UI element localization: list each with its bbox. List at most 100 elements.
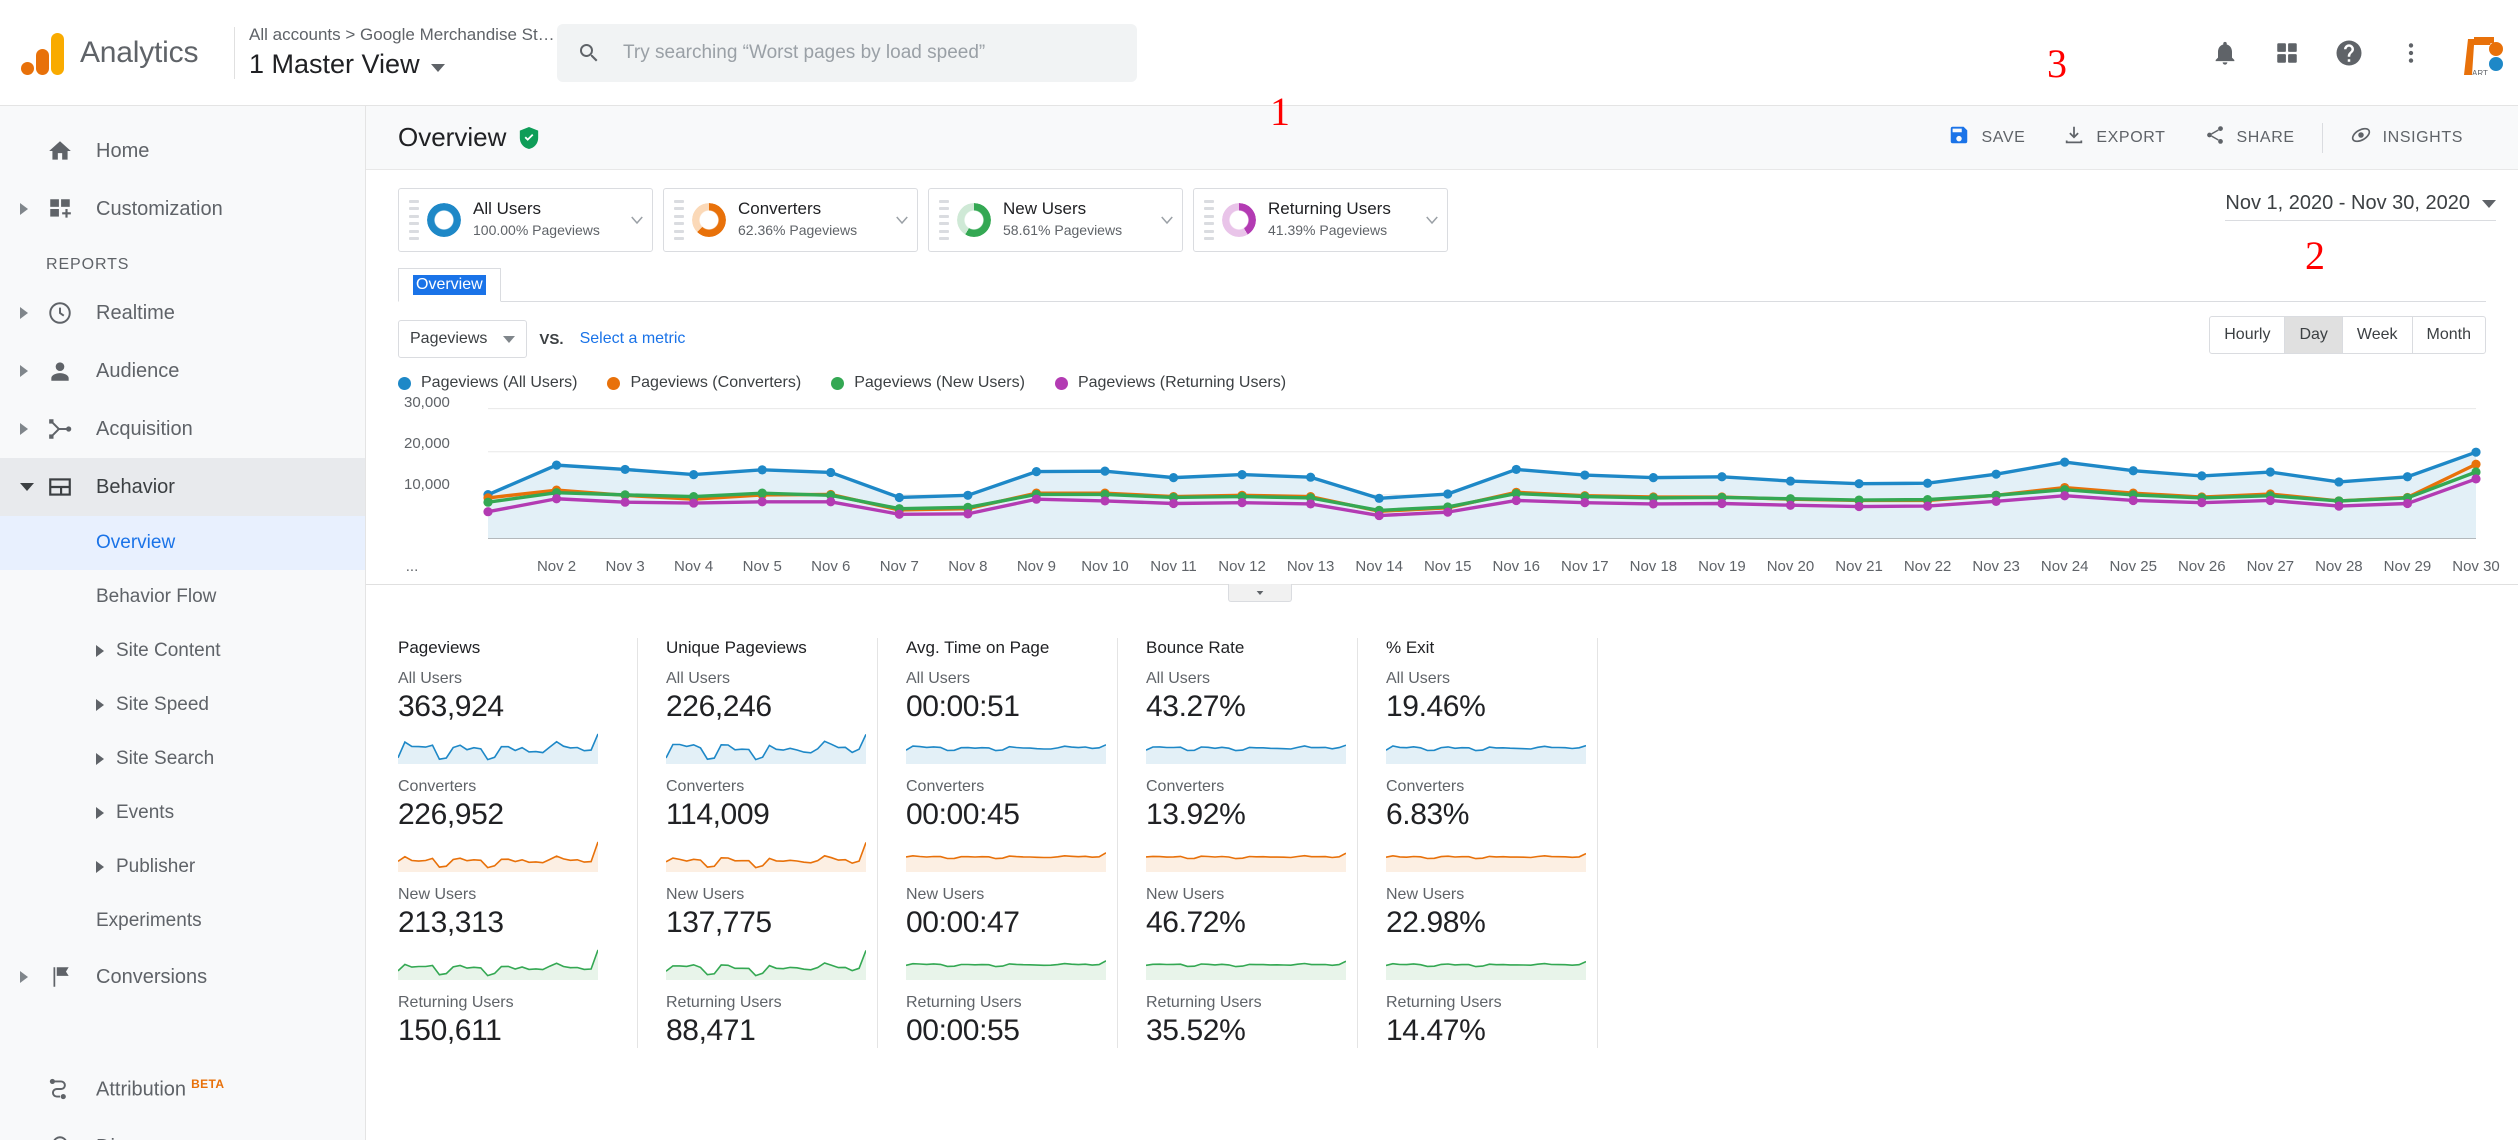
metric-segment-value: 114,009 [666,798,770,831]
legend-item-returning-users[interactable]: Pageviews (Returning Users) [1054,374,1286,392]
sidebar-item-home[interactable]: Home [0,122,365,180]
legend-dot-icon [398,376,411,390]
tab-strip: Overview [398,268,2486,302]
segment-name: Returning Users [1268,199,1391,219]
save-button[interactable]: SAVE [1929,118,2044,158]
select-a-metric-link[interactable]: Select a metric [580,330,686,348]
metric-segment-value: 137,775 [666,906,772,939]
expand-arrow-icon [20,365,28,377]
metric-card-unique-pageviews: Unique Pageviews All Users 226,246 Conve… [638,638,878,1048]
x-tick-label: Nov 3 [605,558,645,575]
sidebar-item-attribution[interactable]: Attribution BETA [0,1060,365,1118]
drag-handle-icon[interactable] [674,200,684,240]
chart-collapse-toggle[interactable] [1228,584,1292,602]
sidebar-item-behavior[interactable]: Behavior [0,458,365,516]
subnav-label: Site Content [116,640,221,661]
svg-text:ART: ART [2472,69,2488,75]
y-tick-30000: 30,000 [404,394,450,411]
tab-overview[interactable]: Overview [398,268,501,302]
metric-segment-value: 150,611 [398,1014,502,1047]
sparkline [1146,744,1346,764]
search-input[interactable] [623,41,1117,64]
granularity-hourly[interactable]: Hourly [2210,317,2286,353]
metric-segment-value: 226,952 [398,798,504,831]
sidebar-item-conversions[interactable]: Conversions [0,948,365,1006]
sidebar-item-site-search[interactable]: Site Search [0,732,365,786]
x-tick-label: Nov 26 [2178,558,2226,575]
header-action-divider [2321,122,2323,153]
sidebar-item-label: Discover [96,1136,174,1140]
granularity-month[interactable]: Month [2413,317,2485,353]
x-tick-label: Nov 10 [1081,558,1129,575]
granularity-week[interactable]: Week [2343,317,2413,353]
sidebar-section-label: REPORTS [46,256,130,273]
metric-segment-value: 43.27% [1146,690,1246,723]
drag-handle-icon[interactable] [409,200,419,240]
insights-button[interactable]: INSIGHTS [2331,118,2482,158]
chevron-down-icon[interactable] [1158,211,1176,229]
x-tick-label: Nov 23 [1972,558,2020,575]
chevron-down-icon[interactable] [628,211,646,229]
account-selector[interactable]: All accounts > Google Merchandise St… 1 … [249,25,555,80]
sidebar-item-publisher[interactable]: Publisher [0,840,365,894]
legend-item-converters[interactable]: Pageviews (Converters) [607,374,801,392]
subnav-label: Behavior Flow [96,586,217,607]
sidebar-item-customization[interactable]: Customization [0,180,365,238]
metric-segment-value: 46.72% [1146,906,1246,939]
legend-item-new-users[interactable]: Pageviews (New Users) [831,374,1025,392]
sidebar-item-events[interactable]: Events [0,786,365,840]
sidebar-item-behavior-overview[interactable]: Overview [0,516,365,570]
sparkline [666,842,866,872]
x-tick-label: Nov 25 [2109,558,2157,575]
segment-card-converters[interactable]: Converters 62.36% Pageviews [663,188,918,252]
help-icon[interactable] [2334,38,2364,68]
subnav-label: Site Search [116,748,215,769]
primary-metric-value: Pageviews [410,330,488,347]
sidebar-item-site-speed[interactable]: Site Speed [0,678,365,732]
account-avatar[interactable]: ART [2458,31,2504,75]
sparkline [1146,852,1346,872]
sparkline [666,734,866,764]
segment-donut-icon [957,203,991,237]
drag-handle-icon[interactable] [1204,200,1214,240]
share-button[interactable]: SHARE [2185,118,2314,158]
header-actions: SAVE EXPORT SHARE INSIGHTS [1929,118,2482,158]
segment-card-new-users[interactable]: New Users 58.61% Pageviews [928,188,1183,252]
export-button[interactable]: EXPORT [2044,118,2184,158]
legend-item-all-users[interactable]: Pageviews (All Users) [398,374,577,392]
segment-subtitle: 100.00% Pageviews [473,222,600,238]
sidebar-item-site-content[interactable]: Site Content [0,624,365,678]
chevron-down-icon [2482,199,2496,208]
metric-segment-value: 00:00:51 [906,690,1020,723]
x-tick-label: Nov 22 [1903,558,1952,575]
analytics-logo-block[interactable]: Analytics [0,31,230,75]
x-tick-label: Nov 11 [1150,558,1197,575]
segment-card-returning-users[interactable]: Returning Users 41.39% Pageviews [1193,188,1448,252]
sidebar-item-experiments[interactable]: Experiments [0,894,365,948]
apps-grid-icon[interactable] [2272,38,2302,68]
sidebar-item-behavior-flow[interactable]: Behavior Flow [0,570,365,624]
chevron-down-icon[interactable] [1423,211,1441,229]
date-range-selector[interactable]: Nov 1, 2020 - Nov 30, 2020 [2225,192,2496,221]
bell-icon[interactable] [2210,38,2240,68]
metric-segment-label: All Users [1386,670,1451,687]
timeline-chart[interactable]: 30,000 20,000 10,000 [398,394,2486,558]
export-label: EXPORT [2096,128,2166,146]
primary-metric-select[interactable]: Pageviews [398,320,528,358]
sidebar-item-realtime[interactable]: Realtime [0,284,365,342]
segment-card-all-users[interactable]: All Users 100.00% Pageviews [398,188,653,252]
verified-shield-icon [518,125,540,151]
granularity-day[interactable]: Day [2285,317,2343,353]
search-box[interactable] [557,23,1137,82]
export-download-icon [2063,124,2085,151]
metric-segment-value: 22.98% [1386,906,1486,939]
more-vert-icon[interactable] [2396,38,2426,68]
chevron-down-icon[interactable] [893,211,911,229]
sidebar-item-acquisition[interactable]: Acquisition [0,400,365,458]
sidebar-item-discover[interactable]: Discover [0,1118,365,1140]
x-tick-label: Nov 9 [1016,558,1056,575]
drag-handle-icon[interactable] [939,200,949,240]
sparkline [666,950,866,980]
metric-segment-value: 88,471 [666,1014,756,1047]
sidebar-item-audience[interactable]: Audience [0,342,365,400]
